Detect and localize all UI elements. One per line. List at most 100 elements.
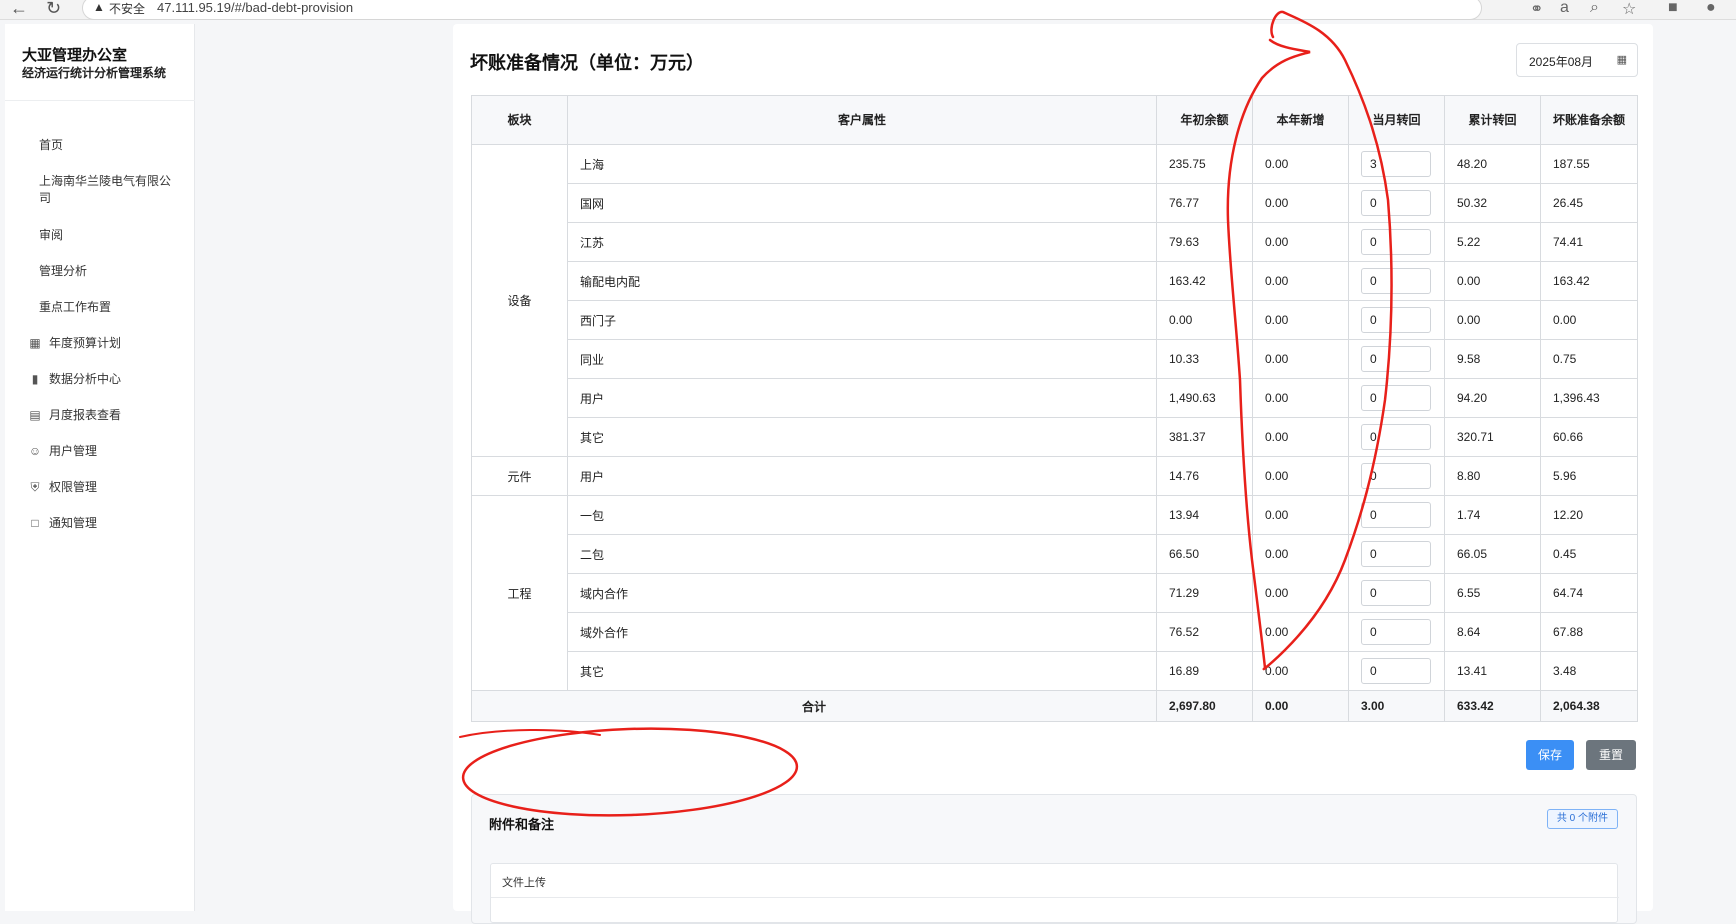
cumulative-return-cell: 5.22 xyxy=(1444,222,1541,262)
upload-box[interactable]: 文件上传 xyxy=(490,863,1619,923)
customer-attr-cell: 域内合作 xyxy=(567,573,1157,613)
opening-balance-cell: 79.63 xyxy=(1156,222,1253,262)
table-row: 域内合作71.290.00 6.5564.74 xyxy=(472,573,1638,613)
sidebar-item-label: 用户管理 xyxy=(49,444,98,458)
sidebar-item-users[interactable]: ☺ 用户管理 xyxy=(27,443,177,460)
sidebar-item-notifications[interactable]: □ 通知管理 xyxy=(27,515,177,532)
message-icon: □ xyxy=(31,516,39,530)
reset-button[interactable]: 重置 xyxy=(1586,740,1636,770)
customer-attr-cell: 其它 xyxy=(567,417,1157,457)
save-button[interactable]: 保存 xyxy=(1526,740,1574,770)
monthly-return-input[interactable] xyxy=(1361,346,1431,372)
monthly-return-input[interactable] xyxy=(1361,268,1431,294)
monthly-return-input[interactable] xyxy=(1361,463,1431,489)
sidebar-item-monthly-report[interactable]: ▤ 月度报表查看 xyxy=(27,407,177,424)
attachment-count-badge: 共 0 个附件 xyxy=(1546,809,1618,829)
cumulative-return-cell: 0.00 xyxy=(1444,300,1541,340)
monthly-return-cell xyxy=(1348,651,1445,691)
provision-balance-cell: 64.74 xyxy=(1540,573,1638,613)
opening-balance-cell: 71.29 xyxy=(1156,573,1253,613)
sidebar-item-permissions[interactable]: ⛨ 权限管理 xyxy=(27,479,177,496)
monthly-return-input[interactable] xyxy=(1361,151,1431,177)
provision-balance-cell: 74.41 xyxy=(1540,222,1638,262)
upload-label: 文件上传 xyxy=(502,877,546,889)
total-balance: 2,064.38 xyxy=(1540,690,1638,722)
provision-balance-cell: 0.75 xyxy=(1540,339,1638,379)
sidebar-item-label: 权限管理 xyxy=(49,480,98,494)
page-title: 坏账准备情况（单位：万元） xyxy=(470,53,704,73)
back-arrow-icon[interactable]: ← xyxy=(10,0,28,19)
monthly-return-input[interactable] xyxy=(1361,307,1431,333)
added-cell: 0.00 xyxy=(1252,222,1349,262)
zoom-icon[interactable]: ⌕ xyxy=(1590,0,1599,17)
monthly-return-cell xyxy=(1348,417,1445,457)
sidebar-item-key-work[interactable]: 重点工作布置 xyxy=(39,299,189,316)
org-title: 大亚管理办公室 xyxy=(22,47,128,64)
monthly-return-input[interactable] xyxy=(1361,190,1431,216)
added-cell: 0.00 xyxy=(1252,417,1349,457)
table-row: 工程一包13.940.001.7412.20 xyxy=(471,495,1638,691)
table-row: 国网76.770.00 50.3226.45 xyxy=(472,183,1638,223)
monthly-return-input[interactable] xyxy=(1361,541,1431,567)
key-icon[interactable]: ⚭ xyxy=(1530,0,1543,19)
month-value: 2025年08月 xyxy=(1529,55,1594,69)
added-cell: 0.00 xyxy=(1252,183,1349,223)
sidebar-item-data-center[interactable]: ▮ 数据分析中心 xyxy=(27,371,177,388)
bad-debt-table: 板块 客户属性 年初余额 本年新增 当月转回 累计转回 坏账准备余额 设备 上海 2… xyxy=(471,95,1638,722)
cumulative-return-cell: 50.32 xyxy=(1444,183,1541,223)
opening-balance-cell: 66.50 xyxy=(1156,534,1253,574)
calendar-icon: ▦ xyxy=(1616,54,1627,66)
sidebar: 大亚管理办公室 经济运行统计分析管理系统 首页 上海南华兰陵电气有限公司 审阅 … xyxy=(5,24,195,911)
provision-balance-cell: 12.20 xyxy=(1540,495,1638,535)
sidebar-item-label: 重点工作布置 xyxy=(39,300,112,314)
cumulative-return-cell: 94.20 xyxy=(1444,378,1541,418)
col-header: 当月转回 xyxy=(1348,95,1445,145)
customer-attr-cell: 输配电内配 xyxy=(567,261,1157,301)
sidebar-item-management-analysis[interactable]: 管理分析 xyxy=(39,263,189,280)
col-header: 年初余额 xyxy=(1156,95,1253,145)
customer-attr-cell: 其它 xyxy=(567,651,1157,691)
monthly-return-cell xyxy=(1348,495,1445,535)
star-icon[interactable]: ☆ xyxy=(1622,0,1636,19)
opening-balance-cell: 10.33 xyxy=(1156,339,1253,379)
opening-balance-cell: 0.00 xyxy=(1156,300,1253,340)
month-picker[interactable]: 2025年08月 ▦ xyxy=(1516,43,1638,77)
sidebar-item-annual-budget[interactable]: ▦ 年度预算计划 xyxy=(27,335,177,352)
monthly-return-cell xyxy=(1348,534,1445,574)
reload-icon[interactable]: ↻ xyxy=(46,0,61,19)
monthly-return-input[interactable] xyxy=(1361,385,1431,411)
address-bar[interactable]: ▲ 不安全 47.111.95.19/#/bad-debt-provision xyxy=(82,0,1482,20)
added-cell: 0.00 xyxy=(1252,651,1349,691)
monthly-return-input[interactable] xyxy=(1361,424,1431,450)
sidebar-item-review[interactable]: 审阅 xyxy=(39,227,189,244)
provision-balance-cell: 3.48 xyxy=(1540,651,1638,691)
opening-balance-cell: 76.77 xyxy=(1156,183,1253,223)
added-cell: 0.00 xyxy=(1252,612,1349,652)
provision-balance-cell: 187.55 xyxy=(1540,144,1638,184)
sidebar-item-label: 上海南华兰陵电气有限公司 xyxy=(39,174,172,205)
profile-icon[interactable]: ● xyxy=(1706,0,1716,17)
monthly-return-cell xyxy=(1348,456,1445,496)
customer-attr-cell: 上海 xyxy=(567,144,1157,184)
monthly-return-input[interactable] xyxy=(1361,658,1431,684)
calculator-icon: ▦ xyxy=(29,336,41,350)
bar-chart-icon: ▮ xyxy=(31,372,39,386)
sidebar-item-company[interactable]: 上海南华兰陵电气有限公司 xyxy=(39,173,174,207)
monthly-return-input[interactable] xyxy=(1361,580,1431,606)
monthly-return-input[interactable] xyxy=(1361,229,1431,255)
translate-icon[interactable]: a xyxy=(1560,0,1569,17)
customer-attr-cell: 同业 xyxy=(567,339,1157,379)
segment-cell: 设备 xyxy=(471,144,568,457)
sidebar-item-label: 月度报表查看 xyxy=(49,408,122,422)
total-opening: 2,697.80 xyxy=(1156,690,1253,722)
extension-icon[interactable]: ■ xyxy=(1668,0,1678,17)
sidebar-divider xyxy=(5,100,195,101)
provision-balance-cell: 0.00 xyxy=(1540,300,1638,340)
sidebar-item-label: 年度预算计划 xyxy=(49,336,122,350)
monthly-return-input[interactable] xyxy=(1361,502,1431,528)
total-row: 合计 2,697.80 0.00 3.00 633.42 2,064.38 xyxy=(471,690,1638,722)
sidebar-item-home[interactable]: 首页 xyxy=(39,137,189,154)
monthly-return-input[interactable] xyxy=(1361,619,1431,645)
table-row: 江苏79.630.00 5.2274.41 xyxy=(472,222,1638,262)
cumulative-return-cell: 48.20 xyxy=(1444,144,1541,184)
